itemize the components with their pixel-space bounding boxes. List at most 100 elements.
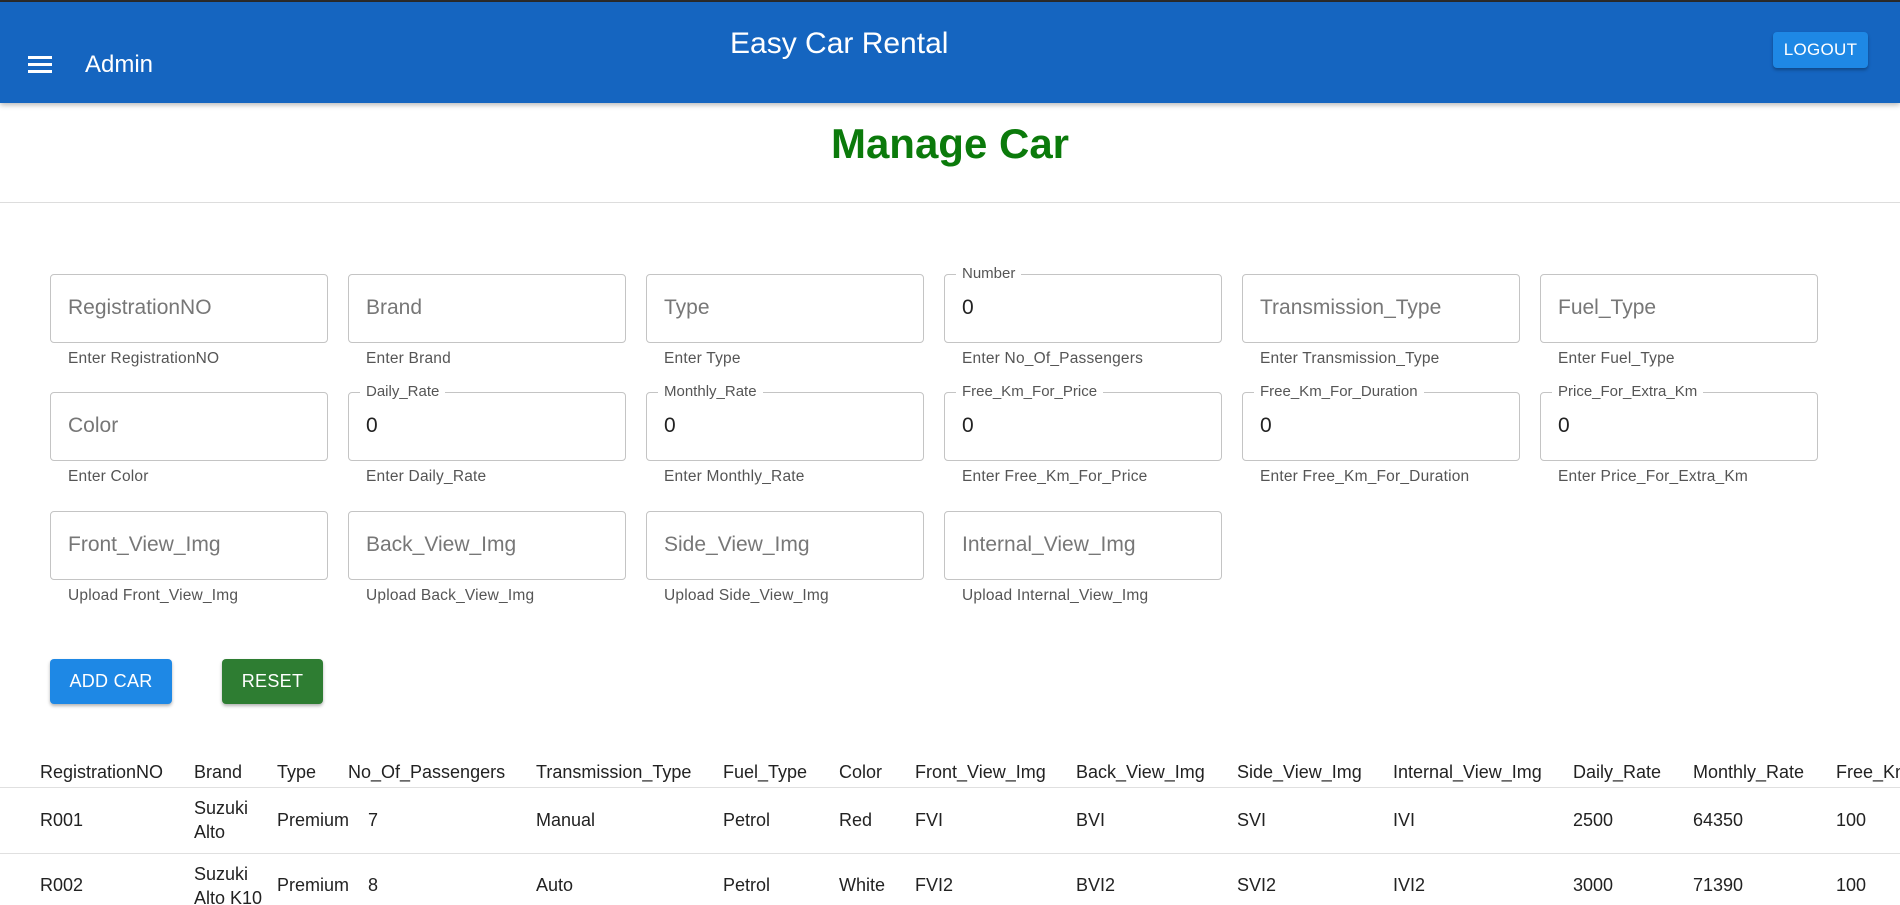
column-header-color[interactable]: Color [839, 762, 882, 783]
cell-fuel-type: Petrol [723, 810, 771, 830]
cell-transmission-type: Manual [536, 810, 596, 830]
free-km-for-price-input[interactable]: Free_Km_For_Price 0 [944, 383, 1222, 461]
no-of-passengers-field: Number 0 Enter No_Of_Passengers [944, 265, 1222, 367]
column-header-side-view-img[interactable]: Side_View_Img [1237, 762, 1362, 783]
cell-free-km: 100 [1836, 875, 1867, 895]
color-helper: Enter Color [68, 468, 149, 485]
header-divider [0, 202, 1900, 203]
type-input[interactable]: Type [646, 274, 924, 343]
price-for-extra-km-helper: Enter Price_For_Extra_Km [1558, 468, 1749, 485]
price-for-extra-km-input[interactable]: Price_For_Extra_Km 0 [1540, 383, 1818, 461]
front-view-img-helper: Upload Front_View_Img [68, 587, 239, 604]
cell-no-of-passengers: 8 [368, 875, 379, 895]
cell-type: Premium [277, 875, 350, 895]
free-km-for-duration-helper: Enter Free_Km_For_Duration [1260, 468, 1470, 485]
cell-brand: Suzuki Alto K10 [194, 864, 263, 905]
cell-no-of-passengers: 7 [368, 810, 379, 830]
cell-front-view-img: FVI2 [915, 875, 954, 895]
section-label: Admin [85, 51, 154, 78]
brand-field: Brand Enter Brand [348, 274, 626, 367]
cell-color: White [839, 875, 886, 895]
back-view-img-helper: Upload Back_View_Img [366, 587, 535, 604]
transmission-type-helper: Enter Transmission_Type [1260, 350, 1440, 367]
side-view-img-helper: Upload Side_View_Img [664, 587, 829, 604]
cell-fuel-type: Petrol [723, 875, 771, 895]
column-header-transmission-type[interactable]: Transmission_Type [536, 762, 691, 783]
column-header-internal-view-img[interactable]: Internal_View_Img [1393, 762, 1542, 783]
monthly-rate-field: Monthly_Rate 0 Enter Monthly_Rate [646, 383, 924, 485]
cell-color: Red [839, 810, 873, 830]
cell-internal-view-img: IVI2 [1393, 875, 1426, 895]
cell-transmission-type: Auto [536, 875, 574, 895]
cell-daily-rate: 3000 [1573, 875, 1614, 895]
color-placeholder: Color [68, 414, 119, 437]
back-view-img-field: Back_View_Img Upload Back_View_Img [348, 511, 626, 604]
registration-no-input[interactable]: RegistrationNO [50, 274, 328, 343]
cell-back-view-img: BVI2 [1076, 875, 1116, 895]
free-km-for-price-helper: Enter Free_Km_For_Price [962, 468, 1148, 485]
cell-brand: Suzuki Alto [194, 798, 249, 842]
no-of-passengers-input[interactable]: Number 0 [944, 265, 1222, 343]
cell-back-view-img: BVI [1076, 810, 1106, 830]
transmission-type-field: Transmission_Type Enter Transmission_Typ… [1242, 274, 1520, 367]
brand-placeholder: Brand [366, 296, 423, 319]
cell-registration-no: R001 [40, 810, 84, 830]
column-header-monthly-rate[interactable]: Monthly_Rate [1693, 762, 1804, 783]
free-km-for-duration-value: 0 [1260, 414, 1272, 437]
free-km-for-duration-field: Free_Km_For_Duration 0 Enter Free_Km_For… [1242, 383, 1520, 485]
back-view-img-input[interactable]: Back_View_Img [348, 511, 626, 580]
type-placeholder: Type [664, 296, 710, 319]
brand-helper: Enter Brand [366, 350, 451, 367]
cell-monthly-rate: 71390 [1693, 875, 1744, 895]
add-car-button[interactable]: ADD CAR [50, 659, 172, 704]
daily-rate-input[interactable]: Daily_Rate 0 [348, 383, 626, 461]
type-helper: Enter Type [664, 350, 741, 367]
fuel-type-helper: Enter Fuel_Type [1558, 350, 1675, 367]
internal-view-img-helper: Upload Internal_View_Img [962, 587, 1149, 604]
logout-button[interactable]: LOGOUT [1773, 32, 1868, 68]
price-for-extra-km-value: 0 [1558, 414, 1570, 437]
back-view-img-placeholder: Back_View_Img [366, 533, 517, 556]
cell-registration-no: R002 [40, 875, 84, 895]
cell-side-view-img: SVI2 [1237, 875, 1277, 895]
column-header-no-of-passengers[interactable]: No_Of_Passengers [348, 762, 505, 783]
registration-no-placeholder: RegistrationNO [68, 296, 212, 319]
monthly-rate-helper: Enter Monthly_Rate [664, 468, 805, 485]
color-input[interactable]: Color [50, 392, 328, 461]
free-km-for-duration-legend: Free_Km_For_Duration [1254, 383, 1424, 400]
no-of-passengers-helper: Enter No_Of_Passengers [962, 350, 1144, 367]
cell-front-view-img: FVI [915, 810, 944, 830]
color-field: Color Enter Color [50, 392, 328, 485]
table-row[interactable]: R001 Suzuki Alto Premium 7 Manual Petrol… [0, 788, 1900, 853]
brand-input[interactable]: Brand [348, 274, 626, 343]
transmission-type-placeholder: Transmission_Type [1260, 296, 1442, 319]
registration-no-helper: Enter RegistrationNO [68, 350, 220, 367]
column-header-daily-rate[interactable]: Daily_Rate [1573, 762, 1661, 783]
column-header-front-view-img[interactable]: Front_View_Img [915, 762, 1046, 783]
no-of-passengers-value: 0 [962, 296, 974, 319]
column-header-brand[interactable]: Brand [194, 762, 242, 783]
free-km-for-price-legend: Free_Km_For_Price [956, 383, 1104, 400]
price-for-extra-km-legend: Price_For_Extra_Km [1552, 383, 1704, 400]
front-view-img-field: Front_View_Img Upload Front_View_Img [50, 511, 328, 604]
free-km-for-duration-input[interactable]: Free_Km_For_Duration 0 [1242, 383, 1520, 461]
fuel-type-input[interactable]: Fuel_Type [1540, 274, 1818, 343]
hamburger-menu-icon[interactable] [28, 56, 52, 74]
column-header-fuel-type[interactable]: Fuel_Type [723, 762, 807, 783]
transmission-type-input[interactable]: Transmission_Type [1242, 274, 1520, 343]
column-header-free-km[interactable]: Free_Km [1836, 762, 1900, 783]
cell-internal-view-img: IVI [1393, 810, 1416, 830]
price-for-extra-km-field: Price_For_Extra_Km 0 Enter Price_For_Ext… [1540, 383, 1818, 485]
internal-view-img-input[interactable]: Internal_View_Img [944, 511, 1222, 580]
table-row[interactable]: Suzuki Alto K10 R002 Premium 8 Auto Petr… [0, 854, 1900, 905]
side-view-img-placeholder: Side_View_Img [664, 533, 810, 556]
reset-button[interactable]: RESET [222, 659, 323, 704]
app-title: Easy Car Rental [730, 27, 949, 60]
side-view-img-input[interactable]: Side_View_Img [646, 511, 924, 580]
column-header-type[interactable]: Type [277, 762, 316, 783]
front-view-img-input[interactable]: Front_View_Img [50, 511, 328, 580]
column-header-back-view-img[interactable]: Back_View_Img [1076, 762, 1205, 783]
type-field: Type Enter Type [646, 274, 924, 367]
column-header-registration-no[interactable]: RegistrationNO [40, 762, 163, 783]
monthly-rate-input[interactable]: Monthly_Rate 0 [646, 383, 924, 461]
